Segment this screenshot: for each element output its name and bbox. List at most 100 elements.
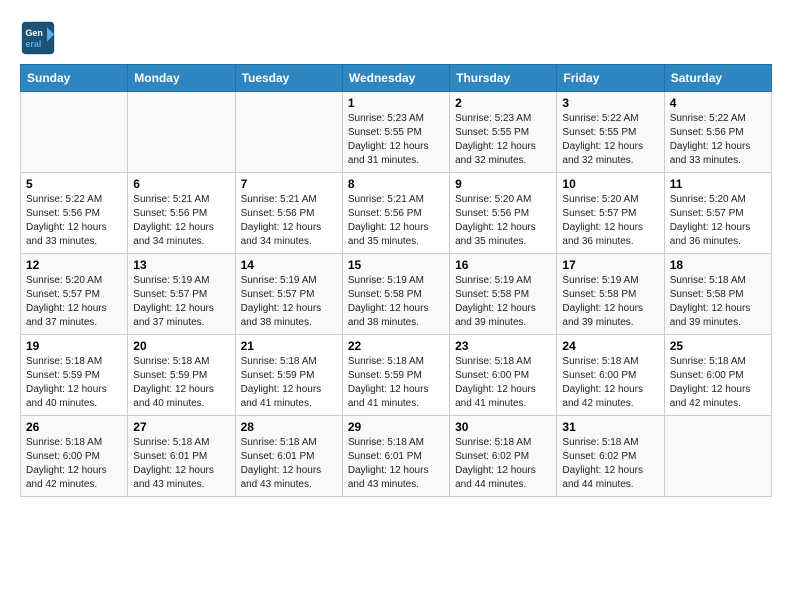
day-number: 25	[670, 339, 766, 353]
calendar-cell: 1 Sunrise: 5:23 AM Sunset: 5:55 PM Daylig…	[342, 92, 449, 173]
day-info: Sunrise: 5:23 AM Sunset: 5:55 PM Dayligh…	[455, 112, 551, 168]
day-number: 6	[133, 177, 229, 191]
calendar-cell: 13 Sunrise: 5:19 AM Sunset: 5:57 PM Dayli…	[128, 254, 235, 335]
day-number: 5	[26, 177, 122, 191]
calendar-cell: 5 Sunrise: 5:22 AM Sunset: 5:56 PM Daylig…	[21, 173, 128, 254]
day-info: Sunrise: 5:18 AM Sunset: 6:00 PM Dayligh…	[562, 355, 658, 411]
calendar-week-row: 26Sunrise: 5:18 AM Sunset: 6:00 PM Dayli…	[21, 416, 772, 497]
day-number: 12	[26, 258, 122, 272]
day-info: Sunrise: 5:18 AM Sunset: 5:59 PM Dayligh…	[241, 355, 337, 411]
svg-text:Gen: Gen	[25, 28, 43, 38]
day-info: Sunrise: 5:19 AM Sunset: 5:57 PM Dayligh…	[241, 274, 337, 330]
day-number: 24	[562, 339, 658, 353]
day-info: Sunrise: 5:18 AM Sunset: 5:58 PM Dayligh…	[670, 274, 766, 330]
calendar-cell	[235, 92, 342, 173]
day-number: 26	[26, 420, 122, 434]
day-info: Sunrise: 5:21 AM Sunset: 5:56 PM Dayligh…	[241, 193, 337, 249]
day-number: 29	[348, 420, 444, 434]
day-info: Sunrise: 5:20 AM Sunset: 5:57 PM Dayligh…	[670, 193, 766, 249]
day-number: 31	[562, 420, 658, 434]
calendar-cell: 26Sunrise: 5:18 AM Sunset: 6:00 PM Dayli…	[21, 416, 128, 497]
day-number: 18	[670, 258, 766, 272]
calendar-cell: 6 Sunrise: 5:21 AM Sunset: 5:56 PM Daylig…	[128, 173, 235, 254]
logo-icon: Gen eral	[20, 20, 56, 56]
day-info: Sunrise: 5:22 AM Sunset: 5:55 PM Dayligh…	[562, 112, 658, 168]
day-info: Sunrise: 5:18 AM Sunset: 6:01 PM Dayligh…	[241, 436, 337, 492]
day-info: Sunrise: 5:21 AM Sunset: 5:56 PM Dayligh…	[133, 193, 229, 249]
calendar-cell: 20 Sunrise: 5:18 AM Sunset: 5:59 PM Dayli…	[128, 335, 235, 416]
calendar-table: SundayMondayTuesdayWednesdayThursdayFrid…	[20, 64, 772, 497]
header-tuesday: Tuesday	[235, 65, 342, 92]
calendar-cell	[21, 92, 128, 173]
calendar-week-row: 1 Sunrise: 5:23 AM Sunset: 5:55 PM Daylig…	[21, 92, 772, 173]
day-number: 22	[348, 339, 444, 353]
day-info: Sunrise: 5:18 AM Sunset: 6:02 PM Dayligh…	[455, 436, 551, 492]
calendar-cell: 2 Sunrise: 5:23 AM Sunset: 5:55 PM Daylig…	[450, 92, 557, 173]
calendar-week-row: 5 Sunrise: 5:22 AM Sunset: 5:56 PM Daylig…	[21, 173, 772, 254]
day-number: 15	[348, 258, 444, 272]
header-monday: Monday	[128, 65, 235, 92]
day-info: Sunrise: 5:18 AM Sunset: 6:02 PM Dayligh…	[562, 436, 658, 492]
day-number: 16	[455, 258, 551, 272]
calendar-week-row: 19 Sunrise: 5:18 AM Sunset: 5:59 PM Dayli…	[21, 335, 772, 416]
logo: Gen eral	[20, 20, 60, 56]
day-info: Sunrise: 5:18 AM Sunset: 5:59 PM Dayligh…	[348, 355, 444, 411]
calendar-cell: 29Sunrise: 5:18 AM Sunset: 6:01 PM Dayli…	[342, 416, 449, 497]
day-number: 27	[133, 420, 229, 434]
calendar-cell: 17 Sunrise: 5:19 AM Sunset: 5:58 PM Dayli…	[557, 254, 664, 335]
day-number: 8	[348, 177, 444, 191]
day-info: Sunrise: 5:23 AM Sunset: 5:55 PM Dayligh…	[348, 112, 444, 168]
day-number: 4	[670, 96, 766, 110]
calendar-cell: 11 Sunrise: 5:20 AM Sunset: 5:57 PM Dayli…	[664, 173, 771, 254]
day-number: 1	[348, 96, 444, 110]
day-number: 2	[455, 96, 551, 110]
day-number: 28	[241, 420, 337, 434]
calendar-cell: 28 Sunrise: 5:18 AM Sunset: 6:01 PM Dayli…	[235, 416, 342, 497]
calendar-cell: 7Sunrise: 5:21 AM Sunset: 5:56 PM Daylig…	[235, 173, 342, 254]
day-info: Sunrise: 5:19 AM Sunset: 5:58 PM Dayligh…	[455, 274, 551, 330]
calendar-cell	[664, 416, 771, 497]
day-info: Sunrise: 5:18 AM Sunset: 5:59 PM Dayligh…	[133, 355, 229, 411]
day-number: 20	[133, 339, 229, 353]
day-info: Sunrise: 5:18 AM Sunset: 6:00 PM Dayligh…	[670, 355, 766, 411]
calendar-cell: 8Sunrise: 5:21 AM Sunset: 5:56 PM Daylig…	[342, 173, 449, 254]
calendar-cell: 21Sunrise: 5:18 AM Sunset: 5:59 PM Dayli…	[235, 335, 342, 416]
calendar-cell: 31 Sunrise: 5:18 AM Sunset: 6:02 PM Dayli…	[557, 416, 664, 497]
calendar-cell: 14 Sunrise: 5:19 AM Sunset: 5:57 PM Dayli…	[235, 254, 342, 335]
day-info: Sunrise: 5:18 AM Sunset: 5:59 PM Dayligh…	[26, 355, 122, 411]
header-sunday: Sunday	[21, 65, 128, 92]
day-number: 19	[26, 339, 122, 353]
calendar-cell: 16 Sunrise: 5:19 AM Sunset: 5:58 PM Dayli…	[450, 254, 557, 335]
svg-text:eral: eral	[25, 39, 41, 49]
calendar-cell	[128, 92, 235, 173]
day-info: Sunrise: 5:20 AM Sunset: 5:57 PM Dayligh…	[26, 274, 122, 330]
day-info: Sunrise: 5:22 AM Sunset: 5:56 PM Dayligh…	[26, 193, 122, 249]
calendar-header-row: SundayMondayTuesdayWednesdayThursdayFrid…	[21, 65, 772, 92]
calendar-cell: 22 Sunrise: 5:18 AM Sunset: 5:59 PM Dayli…	[342, 335, 449, 416]
calendar-cell: 15 Sunrise: 5:19 AM Sunset: 5:58 PM Dayli…	[342, 254, 449, 335]
calendar-cell: 10 Sunrise: 5:20 AM Sunset: 5:57 PM Dayli…	[557, 173, 664, 254]
header-thursday: Thursday	[450, 65, 557, 92]
calendar-cell: 12 Sunrise: 5:20 AM Sunset: 5:57 PM Dayli…	[21, 254, 128, 335]
day-info: Sunrise: 5:19 AM Sunset: 5:58 PM Dayligh…	[348, 274, 444, 330]
day-info: Sunrise: 5:18 AM Sunset: 6:01 PM Dayligh…	[133, 436, 229, 492]
day-info: Sunrise: 5:19 AM Sunset: 5:57 PM Dayligh…	[133, 274, 229, 330]
calendar-cell: 24 Sunrise: 5:18 AM Sunset: 6:00 PM Dayli…	[557, 335, 664, 416]
calendar-cell: 23Sunrise: 5:18 AM Sunset: 6:00 PM Dayli…	[450, 335, 557, 416]
header-wednesday: Wednesday	[342, 65, 449, 92]
day-number: 11	[670, 177, 766, 191]
header-saturday: Saturday	[664, 65, 771, 92]
header-friday: Friday	[557, 65, 664, 92]
day-number: 13	[133, 258, 229, 272]
day-number: 30	[455, 420, 551, 434]
calendar-cell: 18 Sunrise: 5:18 AM Sunset: 5:58 PM Dayli…	[664, 254, 771, 335]
day-info: Sunrise: 5:20 AM Sunset: 5:57 PM Dayligh…	[562, 193, 658, 249]
day-number: 17	[562, 258, 658, 272]
day-info: Sunrise: 5:19 AM Sunset: 5:58 PM Dayligh…	[562, 274, 658, 330]
day-number: 14	[241, 258, 337, 272]
calendar-cell: 30 Sunrise: 5:18 AM Sunset: 6:02 PM Dayli…	[450, 416, 557, 497]
day-number: 10	[562, 177, 658, 191]
calendar-cell: 27 Sunrise: 5:18 AM Sunset: 6:01 PM Dayli…	[128, 416, 235, 497]
calendar-week-row: 12 Sunrise: 5:20 AM Sunset: 5:57 PM Dayli…	[21, 254, 772, 335]
day-number: 9	[455, 177, 551, 191]
